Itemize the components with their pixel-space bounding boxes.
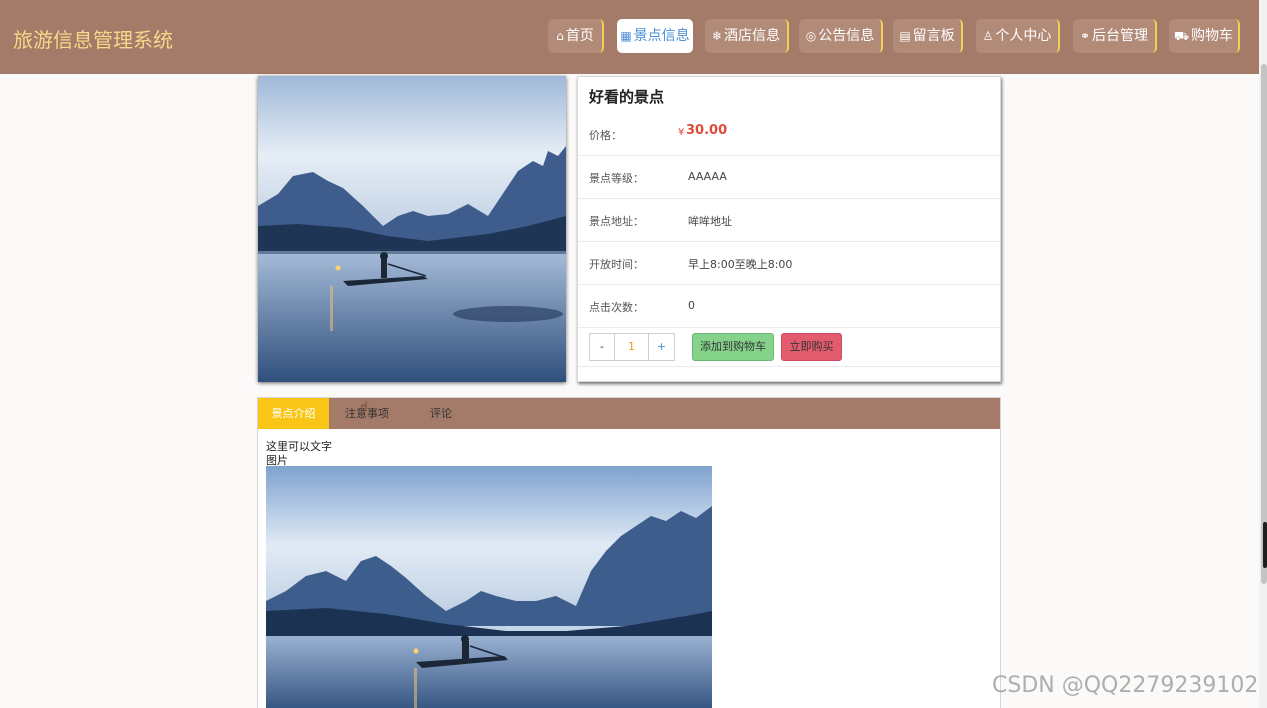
add-to-cart-button[interactable]: 添加到购物车 — [692, 333, 774, 361]
grid-icon: ▦ — [620, 29, 632, 43]
field-value: 早上8:00至晚上8:00 — [688, 258, 793, 271]
nav-scenic-info[interactable]: ▦ 景点信息 — [617, 19, 693, 53]
palette-icon: ◎ — [805, 29, 817, 43]
qty-decrease-button[interactable]: - — [589, 333, 615, 361]
nav-label: 公告信息 — [818, 28, 875, 44]
nav-label: 留言板 — [912, 28, 955, 44]
scrollbar-thumb[interactable] — [1261, 64, 1267, 584]
qty-input[interactable]: 1 — [614, 333, 649, 361]
field-label: 开放时间： — [589, 258, 644, 271]
link-icon: ⚭ — [1079, 29, 1091, 43]
watermark: CSDN @QQ2279239102 — [992, 673, 1259, 698]
nav-label: 后台管理 — [1092, 28, 1149, 44]
detail-tabs-panel: 景点介绍 注意事项 评论 这里可以文字 图片 — [257, 397, 1001, 708]
nav-label: 购物车 — [1191, 28, 1234, 44]
field-value: AAAAA — [688, 170, 727, 183]
nav-label: 酒店信息 — [724, 28, 781, 44]
tab-bar: 景点介绍 注意事项 评论 — [258, 398, 1000, 429]
level-row: 景点等级： AAAAA — [578, 156, 1000, 199]
scenic-title: 好看的景点 — [589, 88, 665, 106]
field-label: 点击次数： — [589, 301, 644, 314]
qty-increase-button[interactable]: + — [648, 333, 675, 361]
intro-photo — [266, 466, 712, 708]
tab-comments[interactable]: 评论 — [405, 398, 477, 429]
scrollbar-handle[interactable] — [1263, 522, 1267, 568]
nav-label: 个人中心 — [995, 28, 1052, 44]
address-row: 景点地址： 哞哞地址 — [578, 199, 1000, 242]
price-row: 价格： ¥ 30.00 — [578, 113, 1000, 156]
price-label: 价格： — [589, 129, 622, 142]
price-value: 30.00 — [686, 123, 728, 138]
site-brand[interactable]: 旅游信息管理系统 — [13, 24, 173, 53]
nav-personal-center[interactable]: ♙ 个人中心 — [976, 19, 1060, 53]
currency-symbol: ¥ — [678, 127, 685, 138]
home-icon: ⌂ — [556, 29, 564, 43]
field-label: 景点等级： — [589, 172, 644, 185]
field-value: 0 — [688, 299, 695, 312]
nav-label: 首页 — [565, 28, 594, 44]
snowflake-icon: ❄ — [711, 29, 723, 43]
top-navbar: 旅游信息管理系统 ⌂ 首页 ▦ 景点信息 ❄ 酒店信息 ◎ 公告信息 ▤ 留言板 ♙ 个人中… — [0, 0, 1259, 74]
nav-notice-info[interactable]: ◎ 公告信息 — [799, 19, 883, 53]
clicks-row: 点击次数： 0 — [578, 285, 1000, 328]
nav-hotel-info[interactable]: ❄ 酒店信息 — [705, 19, 789, 53]
cart-icon: ⛟ — [1173, 29, 1190, 43]
field-value: 哞哞地址 — [688, 215, 732, 228]
buy-now-button[interactable]: 立即购买 — [781, 333, 842, 361]
nav-admin[interactable]: ⚭ 后台管理 — [1073, 19, 1157, 53]
user-icon: ♙ — [982, 29, 994, 43]
tab-introduction[interactable]: 景点介绍 — [258, 398, 329, 429]
nav-home[interactable]: ⌂ 首页 — [548, 19, 604, 53]
field-label: 景点地址： — [589, 215, 644, 228]
hours-row: 开放时间： 早上8:00至晚上8:00 — [578, 242, 1000, 285]
hand-cursor-icon: ☝ — [360, 400, 368, 415]
scenic-photo — [258, 76, 566, 382]
scenic-info-panel: 好看的景点 价格： ¥ 30.00 景点等级： AAAAA 景点地址： 哞哞地址… — [577, 76, 1001, 382]
nav-cart[interactable]: ⛟ 购物车 — [1169, 19, 1240, 53]
nav-label: 景点信息 — [633, 28, 690, 44]
board-icon: ▤ — [899, 29, 911, 43]
nav-message-board[interactable]: ▤ 留言板 — [893, 19, 963, 53]
